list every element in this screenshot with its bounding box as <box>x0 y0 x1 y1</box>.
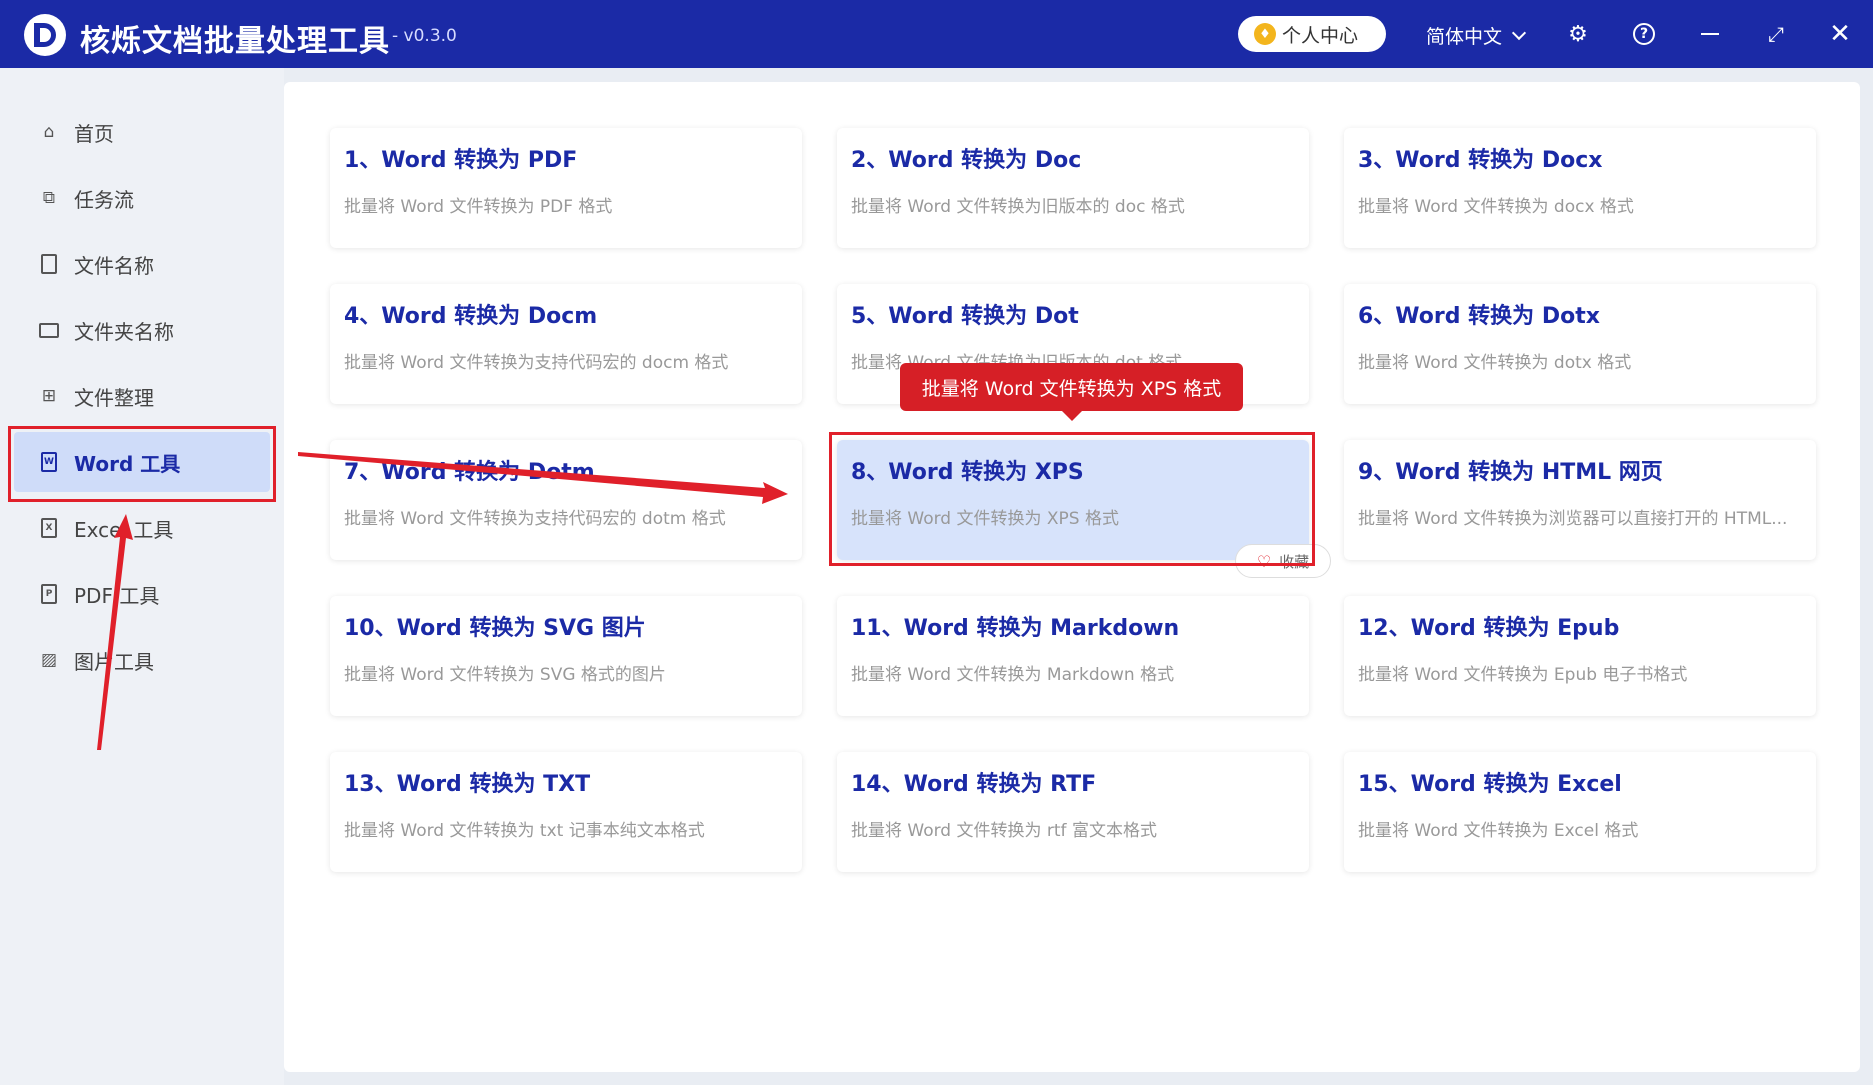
sidebar-item-file-organize[interactable]: ⊞ 文件整理 <box>14 366 270 426</box>
card-title: 6、Word 转换为 Dotx <box>1358 304 1600 329</box>
language-label: 简体中文 <box>1426 26 1503 48</box>
card-title: 1、Word 转换为 PDF <box>344 148 578 173</box>
tool-card-word-to-doc[interactable]: 2、Word 转换为 Doc 批量将 Word 文件转换为旧版本的 doc 格式 <box>837 128 1309 248</box>
folder-icon <box>38 319 60 341</box>
help-icon[interactable]: ? <box>1630 20 1658 48</box>
tool-card-word-to-epub[interactable]: 12、Word 转换为 Epub 批量将 Word 文件转换为 Epub 电子书… <box>1344 596 1816 716</box>
card-description: 批量将 Word 文件转换为旧版本的 doc 格式 <box>851 197 1185 217</box>
language-select[interactable]: 简体中文 <box>1426 22 1527 49</box>
user-center-button[interactable]: ♦ 个人中心 <box>1238 16 1386 52</box>
tool-card-word-to-dotx[interactable]: 6、Word 转换为 Dotx 批量将 Word 文件转换为 dotx 格式 <box>1344 284 1816 404</box>
sidebar-item-label: 文件整理 <box>74 385 154 410</box>
card-title: 5、Word 转换为 Dot <box>851 304 1079 329</box>
tool-card-word-to-html[interactable]: 9、Word 转换为 HTML 网页 批量将 Word 文件转换为浏览器可以直接… <box>1344 440 1816 560</box>
tool-card-word-to-dotm[interactable]: 7、Word 转换为 Dotm 批量将 Word 文件转换为支持代码宏的 dot… <box>330 440 802 560</box>
sidebar: ⌂ 首页 ⧉ 任务流 文件名称 文件夹名称 ⊞ 文件整理 W Word 工具 X… <box>0 68 284 1085</box>
card-title: 7、Word 转换为 Dotm <box>344 460 595 485</box>
tool-card-word-to-txt[interactable]: 13、Word 转换为 TXT 批量将 Word 文件转换为 txt 记事本纯文… <box>330 752 802 872</box>
sidebar-item-label: 任务流 <box>74 187 134 212</box>
sidebar-item-excel-tools[interactable]: X Excel 工具 <box>14 498 270 558</box>
tool-card-word-to-markdown[interactable]: 11、Word 转换为 Markdown 批量将 Word 文件转换为 Mark… <box>837 596 1309 716</box>
tool-card-word-to-rtf[interactable]: 14、Word 转换为 RTF 批量将 Word 文件转换为 rtf 富文本格式 <box>837 752 1309 872</box>
card-title: 11、Word 转换为 Markdown <box>851 616 1180 641</box>
sidebar-item-label: 首页 <box>74 121 114 146</box>
minimize-icon[interactable] <box>1696 20 1724 48</box>
sidebar-item-workflow[interactable]: ⧉ 任务流 <box>14 168 270 228</box>
close-icon[interactable]: ✕ <box>1826 19 1854 49</box>
sidebar-item-label: 文件名称 <box>74 253 154 278</box>
sidebar-item-file-name[interactable]: 文件名称 <box>14 234 270 294</box>
tool-card-word-to-docx[interactable]: 3、Word 转换为 Docx 批量将 Word 文件转换为 docx 格式 <box>1344 128 1816 248</box>
sidebar-item-pdf-tools[interactable]: P PDF 工具 <box>14 564 270 624</box>
card-title: 2、Word 转换为 Doc <box>851 148 1082 173</box>
sidebar-item-label: 图片工具 <box>74 649 154 674</box>
card-title: 13、Word 转换为 TXT <box>344 772 591 797</box>
sidebar-item-folder-name[interactable]: 文件夹名称 <box>14 300 270 360</box>
chevron-down-icon <box>1511 25 1527 40</box>
sidebar-item-home[interactable]: ⌂ 首页 <box>14 102 270 162</box>
sidebar-item-image-tools[interactable]: ▨ 图片工具 <box>14 630 270 690</box>
tooltip: 批量将 Word 文件转换为 XPS 格式 <box>900 363 1243 421</box>
tool-card-word-to-excel[interactable]: 15、Word 转换为 Excel 批量将 Word 文件转换为 Excel 格… <box>1344 752 1816 872</box>
app-title: 核烁文档批量处理工具 <box>80 24 390 59</box>
tool-card-word-to-svg[interactable]: 10、Word 转换为 SVG 图片 批量将 Word 文件转换为 SVG 格式… <box>330 596 802 716</box>
annotation-highlight-box <box>8 426 276 502</box>
card-title: 12、Word 转换为 Epub <box>1358 616 1620 641</box>
card-title: 10、Word 转换为 SVG 图片 <box>344 616 646 641</box>
gear-icon[interactable]: ⚙ <box>1564 20 1592 48</box>
maximize-icon[interactable]: ⤢ <box>1762 20 1790 48</box>
tool-card-word-to-pdf[interactable]: 1、Word 转换为 PDF 批量将 Word 文件转换为 PDF 格式 <box>330 128 802 248</box>
card-title: 4、Word 转换为 Docm <box>344 304 598 329</box>
card-description: 批量将 Word 文件转换为支持代码宏的 docm 格式 <box>344 353 729 373</box>
user-center-label: 个人中心 <box>1282 24 1359 47</box>
card-description: 批量将 Word 文件转换为 rtf 富文本格式 <box>851 821 1157 841</box>
app-version: - v0.3.0 <box>392 26 457 46</box>
card-title: 3、Word 转换为 Docx <box>1358 148 1603 173</box>
excel-doc-icon: X <box>38 517 60 539</box>
card-title: 15、Word 转换为 Excel <box>1358 772 1622 797</box>
card-description: 批量将 Word 文件转换为 docx 格式 <box>1358 197 1634 217</box>
tool-card-word-to-docm[interactable]: 4、Word 转换为 Docm 批量将 Word 文件转换为支持代码宏的 doc… <box>330 284 802 404</box>
card-description: 批量将 Word 文件转换为 PDF 格式 <box>344 197 613 217</box>
card-description: 批量将 Word 文件转换为 Excel 格式 <box>1358 821 1639 841</box>
workflow-icon: ⧉ <box>42 188 56 208</box>
crown-icon: ♦ <box>1254 23 1276 45</box>
card-description: 批量将 Word 文件转换为 Markdown 格式 <box>851 665 1175 685</box>
card-description: 批量将 Word 文件转换为支持代码宏的 dotm 格式 <box>344 509 726 529</box>
card-description: 批量将 Word 文件转换为 SVG 格式的图片 <box>344 665 666 685</box>
sidebar-item-label: 文件夹名称 <box>74 319 174 344</box>
app-logo-icon <box>24 14 66 56</box>
pdf-doc-icon: P <box>38 583 60 605</box>
title-bar: 核烁文档批量处理工具 - v0.3.0 ♦ 个人中心 简体中文 ⚙ ? ⤢ ✕ <box>0 0 1873 68</box>
organize-icon: ⊞ <box>41 386 57 406</box>
home-icon: ⌂ <box>43 122 55 142</box>
sidebar-item-label: PDF 工具 <box>74 583 160 608</box>
card-title: 9、Word 转换为 HTML 网页 <box>1358 460 1663 485</box>
card-description: 批量将 Word 文件转换为 txt 记事本纯文本格式 <box>344 821 705 841</box>
annotation-highlight-box <box>829 432 1315 566</box>
sidebar-item-label: Excel 工具 <box>74 517 174 542</box>
file-name-icon <box>38 253 60 275</box>
card-description: 批量将 Word 文件转换为 dotx 格式 <box>1358 353 1632 373</box>
card-title: 14、Word 转换为 RTF <box>851 772 1097 797</box>
image-icon: ▨ <box>40 650 58 670</box>
card-description: 批量将 Word 文件转换为浏览器可以直接打开的 HTML... <box>1358 509 1788 529</box>
card-description: 批量将 Word 文件转换为 Epub 电子书格式 <box>1358 665 1688 685</box>
